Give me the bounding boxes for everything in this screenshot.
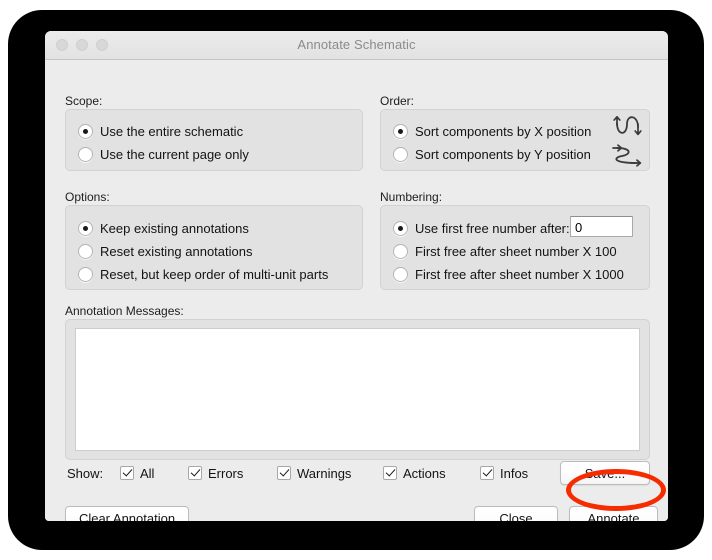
- order-group-label: Order:: [380, 94, 415, 108]
- radio-first-free-after-sheet-x100[interactable]: First free after sheet number X 100: [393, 242, 617, 260]
- serpentine-horizontal-icon: [612, 144, 642, 167]
- radio-keep-existing-annotations[interactable]: Keep existing annotations: [78, 219, 249, 237]
- radio-label: First free after sheet number X 100: [415, 243, 617, 259]
- radio-label: Sort components by Y position: [415, 146, 591, 162]
- checkbox-label: Infos: [500, 465, 529, 481]
- radio-indicator[interactable]: [393, 266, 408, 282]
- radio-sort-by-y-position[interactable]: Sort components by Y position: [393, 145, 591, 163]
- show-label: Show:: [67, 466, 104, 481]
- dialog-body: Scope: Use the entire schematic Use the …: [45, 60, 668, 521]
- radio-label: Reset, but keep order of multi-unit part…: [100, 266, 329, 282]
- radio-indicator[interactable]: [78, 266, 93, 282]
- checkbox-label: Actions: [403, 465, 446, 481]
- window-title: Annotate Schematic: [297, 37, 416, 52]
- clear-annotation-button[interactable]: Clear Annotation: [65, 506, 189, 521]
- options-group-label: Options:: [65, 190, 110, 204]
- checkbox-indicator[interactable]: [277, 466, 291, 480]
- checkbox-label: All: [140, 465, 155, 481]
- annotate-schematic-window: Annotate Schematic Scope: Use the entire…: [45, 31, 668, 521]
- radio-label: Reset existing annotations: [100, 243, 253, 259]
- radio-indicator[interactable]: [78, 123, 93, 139]
- radio-label: Use first free number after:: [415, 220, 570, 236]
- checkbox-indicator[interactable]: [188, 466, 202, 480]
- numbering-group-label: Numbering:: [380, 190, 443, 204]
- radio-indicator[interactable]: [78, 146, 93, 162]
- checkbox-show-errors[interactable]: Errors: [188, 465, 243, 481]
- annotation-messages-textarea[interactable]: [75, 328, 640, 451]
- checkbox-label: Warnings: [297, 465, 352, 481]
- checkbox-indicator[interactable]: [120, 466, 134, 480]
- annotate-button[interactable]: Annotate: [569, 506, 658, 521]
- checkbox-indicator[interactable]: [383, 466, 397, 480]
- radio-label: Keep existing annotations: [100, 220, 249, 236]
- close-button[interactable]: Close: [474, 506, 558, 521]
- radio-use-current-page-only[interactable]: Use the current page only: [78, 145, 249, 163]
- checkbox-show-actions[interactable]: Actions: [383, 465, 446, 481]
- radio-label: First free after sheet number X 1000: [415, 266, 624, 282]
- checkbox-label: Errors: [208, 465, 244, 481]
- window-titlebar: Annotate Schematic: [45, 31, 668, 60]
- serpentine-vertical-icon: [613, 116, 642, 136]
- radio-use-entire-schematic[interactable]: Use the entire schematic: [78, 122, 243, 140]
- radio-label: Use the current page only: [100, 146, 249, 162]
- radio-label: Sort components by X position: [415, 123, 592, 139]
- radio-use-first-free-number-after[interactable]: Use first free number after:: [393, 219, 570, 237]
- radio-label: Use the entire schematic: [100, 123, 244, 139]
- radio-reset-keep-multi-unit-order[interactable]: Reset, but keep order of multi-unit part…: [78, 265, 328, 283]
- first-free-number-input[interactable]: 0: [570, 216, 633, 237]
- radio-first-free-after-sheet-x1000[interactable]: First free after sheet number X 1000: [393, 265, 624, 283]
- radio-reset-existing-annotations[interactable]: Reset existing annotations: [78, 242, 252, 260]
- checkbox-indicator[interactable]: [480, 466, 494, 480]
- radio-indicator[interactable]: [78, 220, 93, 236]
- radio-indicator[interactable]: [393, 123, 408, 139]
- radio-indicator[interactable]: [393, 243, 408, 259]
- save-button[interactable]: Save...: [560, 461, 650, 485]
- checkbox-show-warnings[interactable]: Warnings: [277, 465, 351, 481]
- checkbox-show-all[interactable]: All: [120, 465, 154, 481]
- radio-indicator[interactable]: [78, 243, 93, 259]
- radio-indicator[interactable]: [393, 146, 408, 162]
- checkbox-show-infos[interactable]: Infos: [480, 465, 528, 481]
- annotation-messages-label: Annotation Messages:: [65, 304, 184, 318]
- scope-group-label: Scope:: [65, 94, 103, 108]
- radio-sort-by-x-position[interactable]: Sort components by X position: [393, 122, 591, 140]
- radio-indicator[interactable]: [393, 220, 408, 236]
